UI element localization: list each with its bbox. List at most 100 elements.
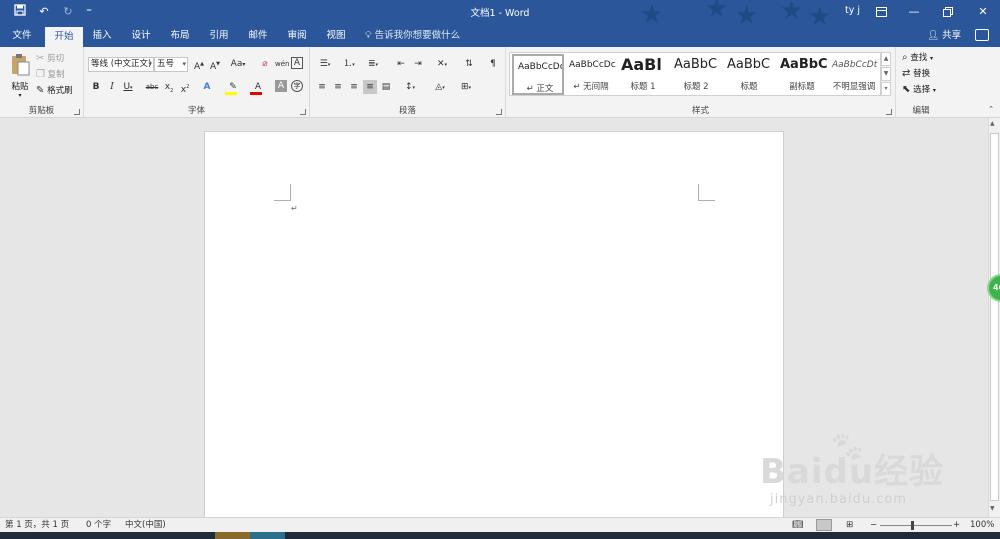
copy-button[interactable]: ❐ 复制 bbox=[36, 69, 65, 81]
cut-button[interactable]: ✂ 剪切 bbox=[36, 53, 64, 65]
strikethrough-icon[interactable]: abc bbox=[143, 80, 161, 94]
style-subtitle[interactable]: AaBbC 副标题 bbox=[776, 54, 828, 95]
web-layout-icon[interactable]: ⊞ bbox=[846, 518, 853, 532]
style-title[interactable]: AaBbC 标题 bbox=[723, 54, 775, 95]
zoom-out-icon[interactable]: − bbox=[870, 518, 877, 532]
align-right-icon[interactable]: ≡ bbox=[347, 80, 361, 94]
restore-button[interactable] bbox=[931, 0, 965, 24]
sort-icon[interactable]: ⇅ bbox=[462, 57, 476, 71]
zoom-level[interactable]: 100% bbox=[970, 518, 994, 532]
shading-icon[interactable]: ◬▾ bbox=[430, 80, 450, 94]
gallery-more-icon[interactable]: ▾ bbox=[881, 82, 891, 96]
editing-group: ⌕ 查找 ▾ ⇄ 替换 ⬉ 选择 ▾ 编辑 bbox=[896, 47, 946, 118]
show-marks-icon[interactable]: ¶ bbox=[486, 57, 500, 71]
underline-icon[interactable]: U▾ bbox=[121, 80, 135, 94]
gallery-up-icon[interactable]: ▲ bbox=[881, 52, 891, 66]
numbering-icon[interactable]: ⒈▾ bbox=[339, 57, 359, 71]
style-subtle-emphasis[interactable]: AaBbCcDt 不明显强调 bbox=[828, 54, 880, 95]
tab-file[interactable]: 文件 bbox=[6, 24, 38, 47]
tab-references[interactable]: 引用 bbox=[202, 24, 236, 47]
style-name: 标题 2 bbox=[683, 82, 709, 92]
character-shading-icon[interactable]: A bbox=[275, 80, 287, 92]
word-count[interactable]: 0 个字 bbox=[86, 518, 111, 532]
superscript-icon[interactable]: x2 bbox=[178, 80, 192, 95]
taskbar-app[interactable] bbox=[215, 532, 250, 539]
zoom-slider-thumb[interactable] bbox=[911, 521, 914, 530]
page-count[interactable]: 第 1 页，共 1 页 bbox=[5, 518, 69, 532]
gallery-down-icon[interactable]: ▼ bbox=[881, 67, 891, 81]
font-color-icon[interactable]: A bbox=[249, 80, 267, 95]
tab-review[interactable]: 审阅 bbox=[280, 24, 314, 47]
user-name[interactable]: ty j bbox=[845, 5, 860, 16]
style-normal[interactable]: AaBbCcDc ↵ 正文 bbox=[512, 54, 564, 95]
align-left-icon[interactable]: ≡ bbox=[315, 80, 329, 94]
tab-mailings[interactable]: 邮件 bbox=[241, 24, 275, 47]
select-button[interactable]: ⬉ 选择 ▾ bbox=[902, 84, 936, 97]
style-preview: AaBbCcDc bbox=[518, 62, 564, 72]
replace-button[interactable]: ⇄ 替换 bbox=[902, 68, 930, 80]
share-button[interactable]: 👤︎ 共享 bbox=[927, 24, 961, 47]
grow-font-icon[interactable]: A▲ bbox=[192, 57, 206, 72]
word-window: ★ ★ ★ ★ ★ ↶ ↻ ⁼ 文档1 - Word ty j — ✕ 文件 开… bbox=[0, 0, 1000, 539]
chevron-down-icon: ▾ bbox=[148, 60, 152, 68]
tab-view[interactable]: 视图 bbox=[319, 24, 353, 47]
change-case-button[interactable]: Aa▾ bbox=[227, 57, 249, 71]
shrink-font-icon[interactable]: A▼ bbox=[208, 57, 222, 72]
font-name-combo[interactable]: 等线 (中文正文) ▾ bbox=[88, 57, 154, 72]
tab-insert[interactable]: 插入 bbox=[86, 24, 118, 47]
zoom-slider-track[interactable] bbox=[880, 525, 952, 526]
subscript-icon[interactable]: x2 bbox=[162, 80, 176, 94]
ribbon: 粘贴 ▾ ✂ 剪切 ❐ 复制 ✎ 格式刷 剪贴板 等线 (中文正文) ▾ 五号 ▾ … bbox=[0, 47, 1000, 118]
document-page[interactable]: ↵ bbox=[204, 131, 784, 517]
taskbar-app[interactable] bbox=[250, 532, 285, 539]
tab-layout[interactable]: 布局 bbox=[163, 24, 197, 47]
scroll-up-icon[interactable]: ▲ bbox=[990, 120, 995, 127]
multilevel-list-icon[interactable]: ≣▾ bbox=[363, 57, 383, 71]
align-center-icon[interactable]: ≡ bbox=[331, 80, 345, 94]
justify-icon[interactable]: ≡ bbox=[363, 80, 377, 94]
tell-me-box[interactable]: 💡︎ 告诉我你想要做什么 bbox=[365, 24, 460, 47]
clipboard-launcher-icon[interactable] bbox=[74, 109, 80, 115]
bullets-icon[interactable]: ☰▾ bbox=[315, 57, 335, 71]
line-spacing-icon[interactable]: ↕▾ bbox=[400, 80, 420, 94]
tab-design[interactable]: 设计 bbox=[124, 24, 158, 47]
font-launcher-icon[interactable] bbox=[300, 109, 306, 115]
decrease-indent-icon[interactable]: ⇤ bbox=[394, 57, 408, 71]
print-layout-icon[interactable] bbox=[816, 519, 832, 531]
bold-icon[interactable]: B bbox=[89, 80, 103, 94]
zoom-in-icon[interactable]: + bbox=[953, 518, 960, 532]
scroll-down-icon[interactable]: ▼ bbox=[990, 505, 995, 512]
find-button[interactable]: ⌕ 查找 ▾ bbox=[902, 52, 933, 65]
search-icon: ⌕ bbox=[902, 52, 908, 63]
paragraph-launcher-icon[interactable] bbox=[496, 109, 502, 115]
paste-button[interactable]: 粘贴 ▾ bbox=[7, 53, 33, 99]
format-painter-button[interactable]: ✎ 格式刷 bbox=[36, 85, 73, 97]
cut-label: 剪切 bbox=[47, 54, 65, 64]
minimize-button[interactable]: — bbox=[897, 0, 931, 24]
style-heading-1[interactable]: AaBl 标题 1 bbox=[617, 54, 669, 95]
ribbon-display-options-icon[interactable] bbox=[864, 0, 898, 24]
style-no-spacing[interactable]: AaBbCcDc ↵ 无间隔 bbox=[565, 54, 617, 95]
style-heading-2[interactable]: AaBbC 标题 2 bbox=[670, 54, 722, 95]
italic-icon[interactable]: I bbox=[105, 80, 119, 94]
text-effects-icon[interactable]: A bbox=[200, 80, 214, 94]
borders-icon[interactable]: ⊞▾ bbox=[456, 80, 476, 94]
collapse-ribbon-icon[interactable]: ⌃ bbox=[984, 102, 998, 116]
comments-icon[interactable] bbox=[975, 29, 989, 41]
close-button[interactable]: ✕ bbox=[966, 0, 1000, 24]
enclose-characters-icon[interactable]: 字 bbox=[291, 80, 303, 92]
clear-formatting-icon[interactable]: ⌀ bbox=[258, 57, 272, 71]
highlight-icon[interactable]: ✎ bbox=[224, 80, 242, 95]
styles-launcher-icon[interactable] bbox=[886, 109, 892, 115]
chinese-layout-icon[interactable]: ✕▾ bbox=[432, 57, 452, 71]
character-border-icon[interactable]: A bbox=[291, 57, 303, 69]
lightbulb-icon: 💡︎ bbox=[365, 30, 375, 41]
read-mode-icon[interactable]: 📖︎ bbox=[792, 518, 803, 532]
tab-home[interactable]: 开始 bbox=[45, 27, 83, 47]
distributed-icon[interactable]: ▤ bbox=[379, 80, 393, 94]
font-size-combo[interactable]: 五号 ▾ bbox=[154, 57, 188, 72]
increase-indent-icon[interactable]: ⇥ bbox=[411, 57, 425, 71]
language[interactable]: 中文(中国) bbox=[125, 518, 166, 532]
phonetic-guide-icon[interactable]: wén bbox=[275, 57, 289, 71]
scroll-thumb[interactable] bbox=[990, 133, 999, 501]
